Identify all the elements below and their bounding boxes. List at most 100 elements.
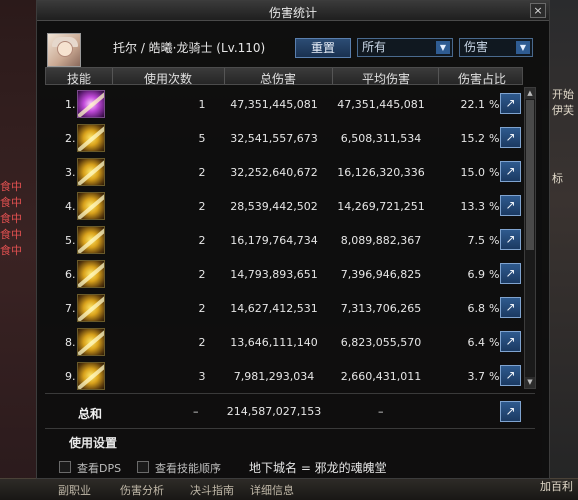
share-icon[interactable]: ↗ (500, 229, 521, 250)
avg-damage: 6,508,311,534 (340, 132, 422, 145)
row-rank: 5. (65, 234, 76, 247)
total-damage: 14,627,412,531 (230, 302, 318, 315)
bg-tab[interactable]: 伤害分析 (120, 482, 164, 498)
table-row[interactable]: 3. 2 32,252,640,672 16,126,320,336 15.0 … (45, 155, 523, 191)
use-count: 2 (198, 302, 206, 315)
percent-sign: % (489, 336, 500, 349)
skill-icon[interactable] (77, 158, 105, 186)
total-damage: 13,646,111,140 (230, 336, 318, 349)
share-icon[interactable]: ↗ (500, 401, 521, 422)
skill-icon[interactable] (77, 226, 105, 254)
percent-sign: % (489, 166, 500, 179)
show-order-label[interactable]: 查看技能顺序 (155, 460, 221, 476)
share-icon[interactable]: ↗ (500, 195, 521, 216)
bg-status-label: 食中 (0, 180, 22, 193)
column-divider (332, 68, 333, 84)
avg-damage: 6,823,055,570 (340, 336, 422, 349)
total-damage: 28,539,442,502 (230, 200, 318, 213)
reset-button[interactable]: 重置 (295, 38, 351, 58)
percent-sign: % (489, 98, 500, 111)
table-scrollbar[interactable]: ▲ ▼ (524, 87, 536, 389)
use-count: 1 (198, 98, 206, 111)
damage-share: 22.1 (460, 98, 486, 111)
portrait-face (57, 41, 73, 57)
table-row[interactable]: 6. 2 14,793,893,651 7,396,946,825 6.9 % … (45, 257, 523, 293)
close-button[interactable]: × (530, 3, 546, 18)
title-bar[interactable]: 伤害统计 × (37, 1, 549, 21)
column-header-total[interactable]: 总伤害 (226, 70, 330, 87)
skill-rows: 1. 1 47,351,445,081 47,351,445,081 22.1 … (45, 87, 523, 390)
skill-icon[interactable] (77, 192, 105, 220)
bg-tab[interactable]: 副职业 (58, 482, 91, 498)
row-rank: 1. (65, 98, 76, 111)
table-row[interactable]: 1. 1 47,351,445,081 47,351,445,081 22.1 … (45, 87, 523, 123)
total-count: – (193, 405, 199, 418)
bg-status-label: 食中 (0, 244, 22, 257)
total-row: 总和 – 214,587,027,153 – ↗ (45, 393, 535, 429)
show-order-checkbox[interactable] (137, 461, 149, 473)
table-row[interactable]: 8. 2 13,646,111,140 6,823,055,570 6.4 % … (45, 325, 523, 361)
table-row[interactable]: 9. 3 7,981,293,034 2,660,431,011 3.7 % ↗ (45, 359, 523, 395)
scroll-up-icon[interactable]: ▲ (525, 88, 535, 99)
avg-damage: 2,660,431,011 (340, 370, 422, 383)
damage-share: 6.8 (467, 302, 486, 315)
table-row[interactable]: 4. 2 28,539,442,502 14,269,721,251 13.3 … (45, 189, 523, 225)
show-dps-label[interactable]: 查看DPS (77, 460, 121, 476)
column-divider (438, 68, 439, 84)
row-rank: 6. (65, 268, 76, 281)
usage-settings[interactable]: 使用设置 (69, 434, 117, 451)
damage-stats-window: 伤害统计 × 托尔 / 皓曦·龙骑士 (Lv.110) 重置 所有 ▼ 伤害 ▼… (36, 0, 550, 479)
table-row[interactable]: 5. 2 16,179,764,734 8,089,882,367 7.5 % … (45, 223, 523, 259)
table-header: 技能 使用次数 总伤害 平均伤害 伤害占比 (45, 67, 524, 87)
damage-share: 15.2 (460, 132, 486, 145)
avg-damage: 7,396,946,825 (340, 268, 422, 281)
bg-status-label: 食中 (0, 228, 22, 241)
row-rank: 2. (65, 132, 76, 145)
percent-sign: % (489, 200, 500, 213)
skill-icon[interactable] (77, 362, 105, 390)
percent-sign: % (489, 132, 500, 145)
use-count: 5 (198, 132, 206, 145)
column-header-pct[interactable]: 伤害占比 (440, 70, 524, 87)
total-damage: 32,252,640,672 (230, 166, 318, 179)
skill-icon[interactable] (77, 260, 105, 288)
skill-icon[interactable] (77, 328, 105, 356)
share-icon[interactable]: ↗ (500, 127, 521, 148)
total-avg: – (378, 405, 384, 418)
total-damage: 14,793,893,651 (230, 268, 318, 281)
share-icon[interactable]: ↗ (500, 331, 521, 352)
table-row[interactable]: 2. 5 32,541,557,673 6,508,311,534 15.2 %… (45, 121, 523, 157)
share-icon[interactable]: ↗ (500, 365, 521, 386)
column-header-count[interactable]: 使用次数 (118, 70, 218, 87)
share-icon[interactable]: ↗ (500, 161, 521, 182)
metric-dropdown-value: 伤害 (464, 40, 489, 54)
row-rank: 4. (65, 200, 76, 213)
show-dps-checkbox[interactable] (59, 461, 71, 473)
bg-tab[interactable]: 决斗指南 (190, 482, 234, 498)
share-icon[interactable]: ↗ (500, 93, 521, 114)
character-portrait (47, 33, 81, 67)
scope-dropdown[interactable]: 所有 ▼ (357, 38, 453, 57)
avg-damage: 14,269,721,251 (337, 200, 425, 213)
total-damage: 32,541,557,673 (230, 132, 318, 145)
damage-share: 6.9 (467, 268, 486, 281)
damage-share: 3.7 (467, 370, 486, 383)
skill-icon[interactable] (77, 294, 105, 322)
skill-icon[interactable] (77, 124, 105, 152)
metric-dropdown[interactable]: 伤害 ▼ (459, 38, 533, 57)
percent-sign: % (489, 234, 500, 247)
column-header-skill[interactable]: 技能 (54, 70, 104, 87)
share-icon[interactable]: ↗ (500, 297, 521, 318)
scroll-down-icon[interactable]: ▼ (525, 377, 535, 388)
scroll-thumb[interactable] (526, 100, 534, 250)
bg-right-text: 伊芙 (552, 104, 574, 117)
table-row[interactable]: 7. 2 14,627,412,531 7,313,706,265 6.8 % … (45, 291, 523, 327)
column-header-avg[interactable]: 平均伤害 (334, 70, 438, 87)
use-count: 3 (198, 370, 206, 383)
skill-icon[interactable] (77, 90, 105, 118)
share-icon[interactable]: ↗ (500, 263, 521, 284)
row-rank: 9. (65, 370, 76, 383)
avg-damage: 7,313,706,265 (340, 302, 422, 315)
row-rank: 8. (65, 336, 76, 349)
bg-tab[interactable]: 详细信息 (250, 482, 294, 498)
